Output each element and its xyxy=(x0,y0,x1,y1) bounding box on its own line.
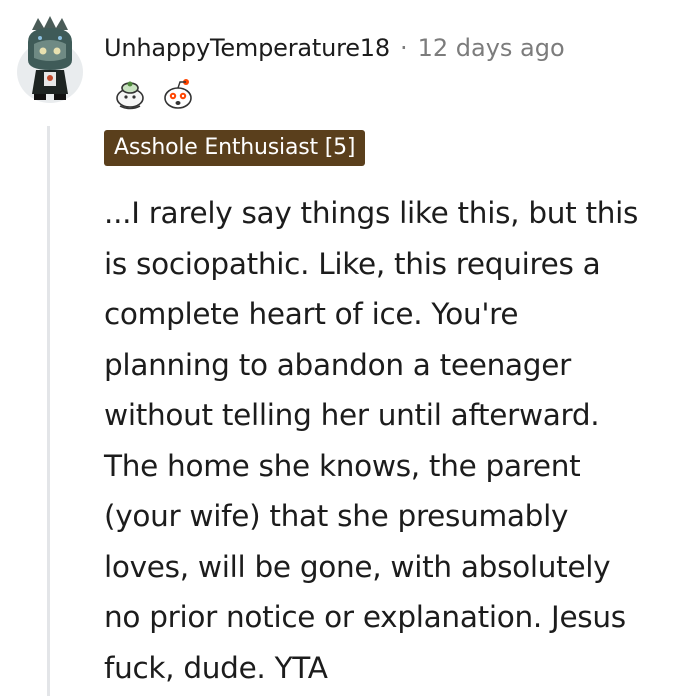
award-badge[interactable] xyxy=(112,76,148,112)
comment-line: planning to abandon a teenager xyxy=(104,347,571,382)
snoo-surprised-award-icon xyxy=(164,79,192,109)
award-badge[interactable] xyxy=(160,76,196,112)
user-avatar[interactable] xyxy=(14,14,86,106)
comment-line: fuck, dude. YTA xyxy=(104,650,328,685)
wholesome-seal-award-icon xyxy=(116,81,144,110)
comment-line: is sociopathic. Like, this requires a xyxy=(104,246,601,281)
comment-line: (your wife) that she presumably xyxy=(104,499,569,533)
comment-line: complete heart of ice. You're xyxy=(104,297,519,331)
comment-body: ...I rarely say things like this, but th… xyxy=(104,188,694,693)
award-list xyxy=(112,76,196,112)
user-flair: Asshole Enthusiast [5] xyxy=(104,130,366,166)
comment-author[interactable]: UnhappyTemperature18 xyxy=(104,34,390,62)
comment-header: UnhappyTemperature18 · 12 days ago xyxy=(104,30,565,66)
meta-separator: · xyxy=(399,34,408,62)
comment-timestamp[interactable]: 12 days ago xyxy=(418,34,565,62)
comment-line: no prior notice or explanation. Jesus xyxy=(104,600,626,634)
comment-line: loves, will be gone, with absolutely xyxy=(104,549,611,584)
comment-line: without telling her until afterward. xyxy=(104,398,600,432)
avatar-snoo-icon xyxy=(17,16,83,103)
comment-line: ...I rarely say things like this, but th… xyxy=(104,196,639,230)
comment-line: The home she knows, the parent xyxy=(104,448,581,483)
thread-line[interactable] xyxy=(47,126,50,696)
